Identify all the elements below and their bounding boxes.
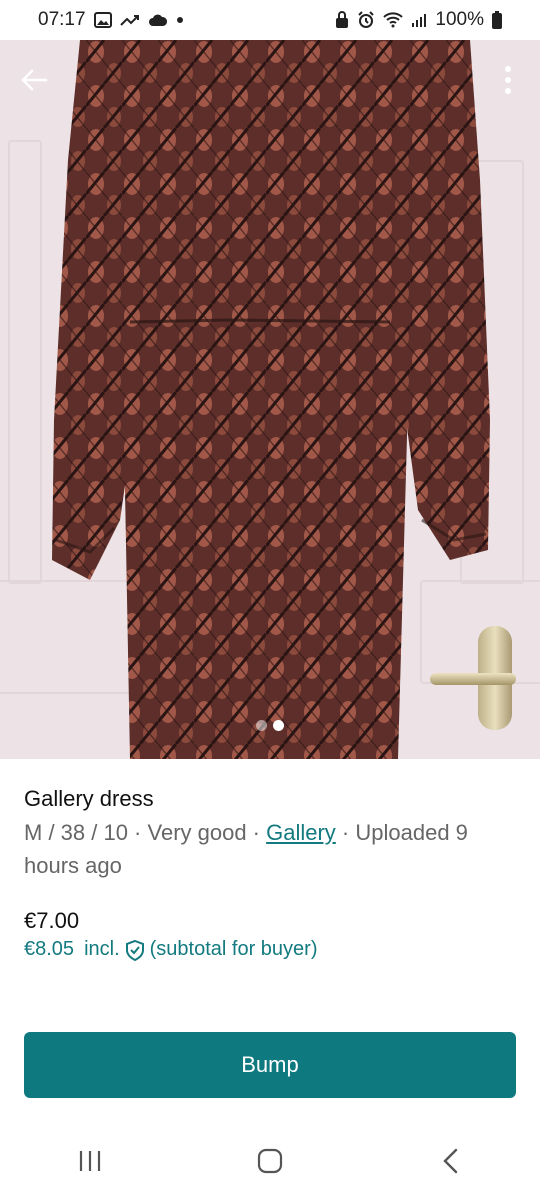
home-icon bbox=[257, 1148, 283, 1179]
status-right: 100% bbox=[335, 9, 502, 31]
item-title: Gallery dress bbox=[24, 786, 154, 811]
more-options-button[interactable] bbox=[488, 62, 528, 102]
dress-image bbox=[52, 40, 490, 759]
alarm-icon bbox=[357, 11, 375, 29]
buyer-incl: incl. bbox=[84, 938, 120, 960]
cloud-icon bbox=[148, 13, 168, 27]
arrow-left-icon bbox=[20, 68, 48, 97]
gallery-icon bbox=[93, 12, 112, 28]
system-nav-bar bbox=[0, 1126, 540, 1200]
status-left: 07:17 bbox=[38, 9, 184, 31]
buyer-note: (subtotal for buyer) bbox=[149, 938, 318, 960]
recent-apps-button[interactable] bbox=[60, 1138, 120, 1188]
carousel-dot-active[interactable] bbox=[273, 720, 284, 731]
lock-icon bbox=[335, 11, 349, 29]
bump-button[interactable]: Bump bbox=[24, 1032, 516, 1098]
signal-icon bbox=[411, 12, 427, 28]
item-meta-prefix: M / 38 / 10 · Very good · bbox=[24, 820, 267, 845]
dot-icon bbox=[176, 16, 184, 24]
buyer-price-row[interactable]: €8.05 incl. (subtotal for buyer) bbox=[24, 938, 318, 961]
shield-check-icon bbox=[124, 939, 146, 961]
chevron-left-icon bbox=[441, 1148, 459, 1179]
buyer-price: €8.05 bbox=[24, 938, 75, 960]
battery-percent: 100% bbox=[435, 9, 484, 30]
item-meta: M / 38 / 10 · Very good · Gallery · Uplo… bbox=[24, 816, 518, 882]
carousel-indicator bbox=[0, 720, 540, 731]
brand-link[interactable]: Gallery bbox=[266, 820, 336, 845]
trending-icon bbox=[119, 13, 140, 27]
home-button[interactable] bbox=[240, 1138, 300, 1188]
door-handle bbox=[430, 673, 516, 685]
status-time: 07:17 bbox=[38, 9, 86, 30]
recent-apps-icon bbox=[77, 1149, 103, 1178]
battery-icon bbox=[492, 11, 502, 29]
system-back-button[interactable] bbox=[420, 1138, 480, 1188]
item-price: €7.00 bbox=[24, 908, 80, 933]
wifi-icon bbox=[383, 12, 404, 28]
carousel-dot[interactable] bbox=[256, 720, 267, 731]
back-button[interactable] bbox=[14, 62, 54, 102]
more-vertical-icon bbox=[504, 65, 512, 100]
door-panel bbox=[8, 140, 42, 584]
status-bar: 07:17 100% bbox=[0, 0, 540, 40]
item-photo[interactable] bbox=[0, 40, 540, 759]
